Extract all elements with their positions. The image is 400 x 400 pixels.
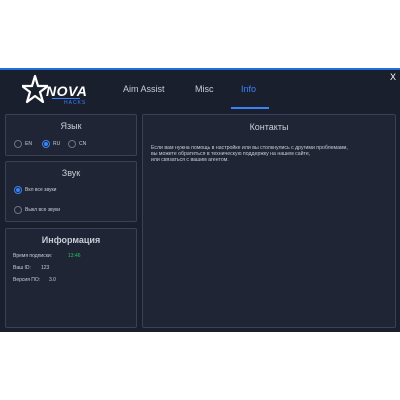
radio-en-label: EN (25, 141, 32, 147)
radio-sound-on-label: Вкл все звуки (25, 187, 57, 193)
active-tab-indicator (231, 107, 269, 109)
subscription-value: 13:46 (68, 253, 81, 259)
user-id-value: 123 (41, 265, 50, 271)
radio-cn-label: CN (79, 141, 87, 147)
version-value: 3.0 (49, 277, 56, 283)
user-id-label: Ваш ID: (13, 265, 31, 271)
radio-en[interactable] (14, 140, 22, 148)
radio-sound-off-label: Выкл все звуки (25, 207, 61, 213)
language-panel: Язык EN RU CN (5, 114, 137, 156)
subscription-label: Время подписки: (13, 253, 53, 259)
radio-ru[interactable] (42, 140, 50, 148)
nova-logo: NOVA HACKS (22, 74, 88, 108)
header-bar: NOVA HACKS Aim Assist Misc Info X (0, 70, 400, 112)
radio-sound-off[interactable] (14, 206, 22, 214)
logo-name: NOVA (46, 83, 88, 99)
radio-ru-label: RU (53, 141, 61, 147)
contacts-text: Если вам нужна помощь в настройке или вы… (151, 145, 391, 163)
tab-info[interactable]: Info (241, 84, 256, 94)
sound-panel: Звук Вкл все звуки Выкл все звуки (5, 161, 137, 222)
app-window: NOVA HACKS Aim Assist Misc Info X Язык E… (0, 68, 400, 332)
sound-title: Звук (61, 168, 81, 178)
language-title: Язык (60, 121, 82, 131)
radio-cn[interactable] (68, 140, 76, 148)
contacts-title: Контакты (249, 122, 289, 132)
version-label: Версия ПО: (13, 277, 41, 283)
tab-aim-assist[interactable]: Aim Assist (123, 84, 165, 94)
star-logo-icon (22, 74, 48, 104)
radio-sound-on[interactable] (14, 186, 22, 194)
logo-subtitle: HACKS (64, 100, 87, 106)
contacts-line: или связаться с вашим агентом. (151, 157, 229, 163)
information-panel: Информация Время подписки: 13:46 Ваш ID:… (5, 228, 137, 328)
contacts-panel: Контакты Если вам нужна помощь в настрой… (142, 114, 396, 328)
information-title: Информация (41, 235, 101, 245)
close-button[interactable]: X (390, 72, 396, 82)
tab-misc[interactable]: Misc (195, 84, 214, 94)
